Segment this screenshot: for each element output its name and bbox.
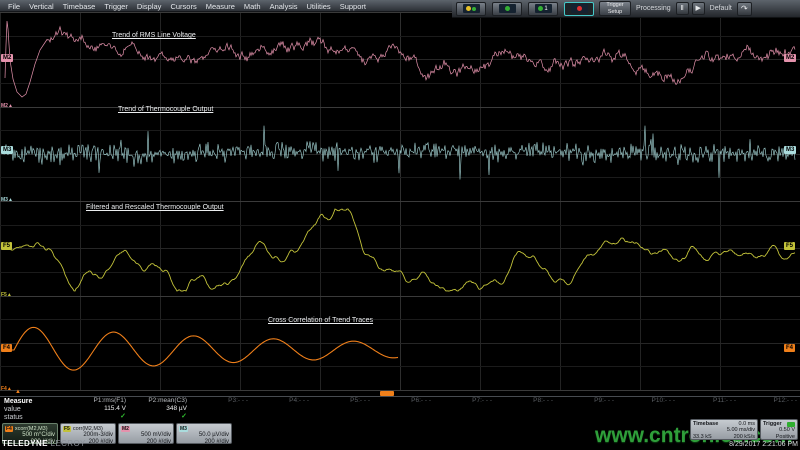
measure-column-p8[interactable]: P8:- - - [485,397,553,421]
trace-label-f4-left[interactable]: F4 [1,344,12,352]
measure-header: P1:rms(F1) [58,397,126,405]
processing-label: Processing [636,5,671,12]
measure-column-p2[interactable]: P2:mean(C3)348 µV✓ [119,397,187,421]
measure-header: P12:- - - [729,397,797,405]
measure-column-p3[interactable]: P3:- - - [180,397,248,421]
measure-column-p10[interactable]: P10:- - - [607,397,675,421]
measure-value [668,405,736,413]
menu-item-math[interactable]: Math [244,2,261,11]
play-button[interactable]: ▶ [692,2,705,15]
trigger-box[interactable]: Trigger 0.50 V Positive [760,419,798,440]
trigger-setup-button[interactable]: Trigger Setup [599,1,631,16]
measure-value: 348 µV [119,405,187,413]
trigger-setup-label-2: Setup [608,9,622,15]
measure-row-label: Measure [4,398,32,406]
horizontal-scale-button[interactable]: 1 [528,2,558,16]
trace-label-m3-left[interactable]: M3 [1,146,13,154]
toolbar: 1 Trigger Setup Processing Ⅱ ▶ Default ↷ [452,0,800,18]
menu-item-measure[interactable]: Measure [206,2,235,11]
menu-item-vertical[interactable]: Vertical [29,2,54,11]
measure-value: 115.4 V [58,405,126,413]
measure-column-p11[interactable]: P11:- - - [668,397,736,421]
menu-item-utilities[interactable]: Utilities [307,2,331,11]
measure-value [180,405,248,413]
auto-setup-icon [463,4,480,13]
pause-button[interactable]: Ⅱ [676,2,689,15]
trace-label-m2-right: M2 [784,54,796,62]
measure-header: P8:- - - [485,397,553,405]
measure-value [546,405,614,413]
f4-bottom-marker [380,391,394,396]
annotation-f4: Cross Correlation of Trend Traces [268,317,373,324]
menu-item-analysis[interactable]: Analysis [270,2,298,11]
measure-header: P2:mean(C3) [119,397,187,405]
waveform-grid-area [0,0,800,450]
menu-item-display[interactable]: Display [137,2,162,11]
vertical-scale-icon [499,4,516,13]
measure-column-p6[interactable]: P6:- - - [363,397,431,421]
trace-F4 [8,327,398,370]
measure-header: P3:- - - [180,397,248,405]
timebase-trigger-panel: Timebase 0.0 ms 5.00 ms/div 33.3 kS 200 … [0,419,800,443]
measure-value [302,405,370,413]
menu-item-support[interactable]: Support [340,2,366,11]
oscilloscope-app: File Vertical Timebase Trigger Display Cursor… [0,0,800,450]
datetime: 8/29/2017 2:21:06 PM [729,441,798,448]
measure-value [363,405,431,413]
undo-icon[interactable]: ↷ [737,2,752,16]
trigger-mode-button[interactable] [564,2,594,16]
measure-value [729,405,797,413]
timebase-samples: 33.3 kS [693,434,712,440]
menu-item-file[interactable]: File [8,2,20,11]
vertical-scale-button[interactable] [492,2,522,16]
grid-marker-m3: M3▲ [1,198,13,203]
measure-header: P6:- - - [363,397,431,405]
grid-marker-f5: F5▲ [1,293,12,298]
trigger-slope: Positive [776,434,795,440]
timebase-rate: 200 kS/s [734,434,755,440]
trace-M3 [4,126,795,180]
horizontal-scale-icon: 1 [535,4,552,13]
annotation-f5: Filtered and Rescaled Thermocouple Outpu… [86,204,224,211]
timebase-box[interactable]: Timebase 0.0 ms 5.00 ms/div 33.3 kS 200 … [690,419,758,440]
measure-header: P7:- - - [424,397,492,405]
menu-item-cursors[interactable]: Cursors [170,2,196,11]
grid-marker-f4: F4▲ [1,387,12,392]
annotation-m3: Trend of Thermocouple Output [118,106,213,113]
measure-column-p9[interactable]: P9:- - - [546,397,614,421]
measure-column-p5[interactable]: P5:- - - [302,397,370,421]
trace-label-f5-right: F5 [784,242,795,250]
measure-header: P9:- - - [546,397,614,405]
annotation-m2: Trend of RMS Line Voltage [112,32,196,39]
default-label[interactable]: Default [710,5,732,12]
trace-label-m3-right: M3 [784,146,796,154]
measure-header: P10:- - - [607,397,675,405]
grid-marker-m2: M2▲ [1,104,13,109]
trace-label-m2-left[interactable]: M2 [1,54,13,62]
value-row-label: value [4,406,21,414]
measure-header: P11:- - - [668,397,736,405]
measure-column-p4[interactable]: P4:- - - [241,397,309,421]
trace-label-f4-right: F4 [784,344,795,352]
timebase-label: Timebase [693,421,718,427]
trigger-source-icon [787,422,795,427]
measure-header: P4:- - - [241,397,309,405]
auto-setup-button[interactable] [456,2,486,16]
measure-value [607,405,675,413]
trace-label-f5-left[interactable]: F5 [1,242,12,250]
trigger-setup-label-1: Trigger [606,2,623,8]
measure-value [241,405,309,413]
trigger-mode-icon [571,4,588,13]
measure-value [424,405,492,413]
menu-item-trigger[interactable]: Trigger [104,2,127,11]
measure-column-p12[interactable]: P12:- - - [729,397,797,421]
toolbar-icon-buttons: 1 [456,2,596,16]
measure-column-p7[interactable]: P7:- - - [424,397,492,421]
measure-header: P5:- - - [302,397,370,405]
measure-column-p1[interactable]: P1:rms(F1)115.4 V✓ [58,397,126,421]
measure-value [485,405,553,413]
menu-item-timebase[interactable]: Timebase [63,2,96,11]
trigger-position-marker[interactable]: ▲ [15,389,21,395]
